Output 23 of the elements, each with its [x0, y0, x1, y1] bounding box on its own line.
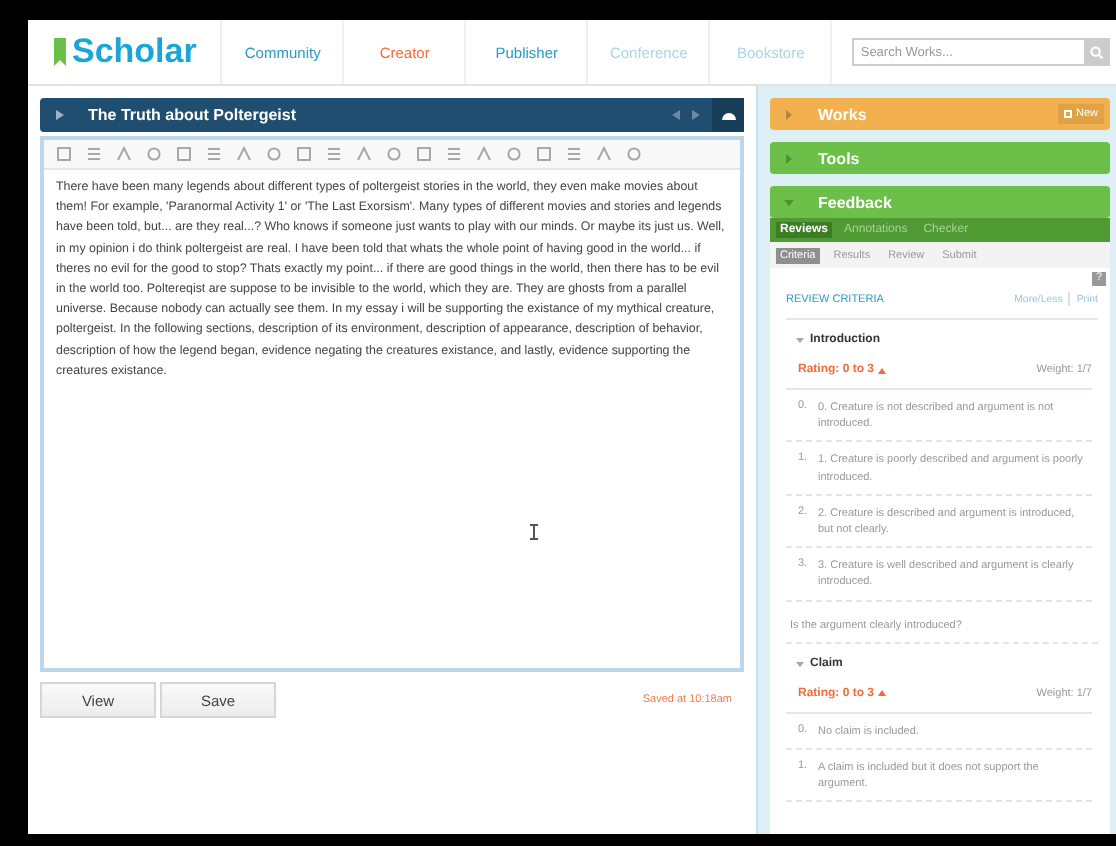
text-editor[interactable] [40, 136, 744, 672]
panel-title: Works [818, 105, 869, 123]
document-title: The Truth about Poltergeist [88, 106, 299, 124]
logo-text: Scholar [72, 32, 197, 72]
panel-title: Tools [818, 149, 862, 167]
square-icon [1063, 110, 1072, 118]
panel-header[interactable]: Feedback [770, 186, 1110, 218]
expand-icon [784, 109, 794, 119]
expand-icon[interactable] [56, 110, 64, 120]
text-cursor-icon [530, 524, 538, 540]
next-icon[interactable] [692, 110, 700, 120]
caret-icon [878, 367, 887, 373]
settings-button[interactable] [712, 98, 744, 132]
expand-icon [784, 197, 794, 207]
collapse-icon[interactable] [796, 659, 804, 668]
collapse-icon[interactable] [796, 336, 804, 344]
panel-header[interactable]: Tools [770, 142, 1110, 174]
expand-icon [784, 153, 794, 163]
dome-icon [721, 109, 735, 121]
search-button[interactable] [1084, 38, 1111, 66]
previous-icon[interactable] [672, 110, 680, 120]
panel-title: Feedback [818, 193, 894, 211]
caret-icon [878, 690, 887, 697]
